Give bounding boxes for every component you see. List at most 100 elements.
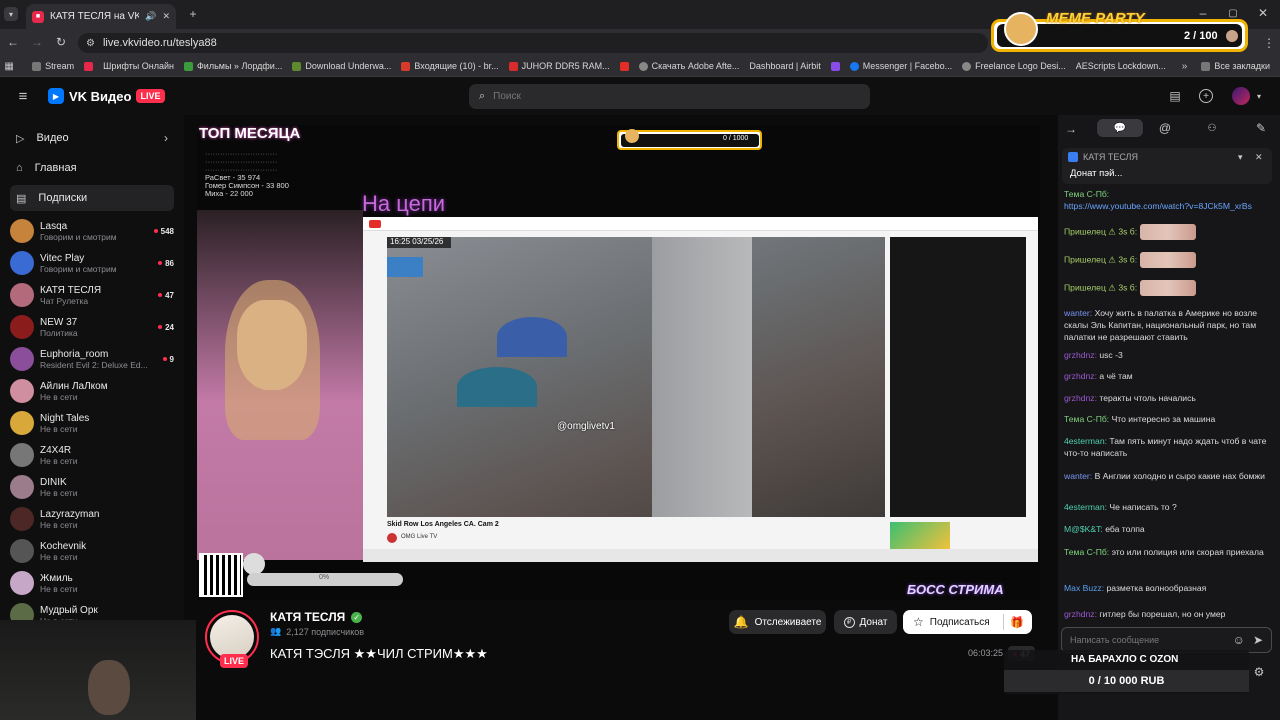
bookmark-item[interactable]: Dashboard | Airbit — [749, 61, 820, 71]
sidebar-channel[interactable]: Night Tales Не в сети — [10, 407, 174, 439]
bookmark-item[interactable] — [830, 61, 840, 71]
bookmark-item[interactable]: Stream — [32, 61, 74, 71]
chat-username[interactable]: Тема С-Пб: — [1064, 189, 1109, 199]
bookmark-item[interactable]: JUHOR DDR5 RAM... — [508, 61, 610, 71]
chat-username[interactable]: Тема С-Пб: — [1064, 547, 1109, 557]
sidebar-channel[interactable]: Z4X4R Не в сети — [10, 439, 174, 471]
viewer-count: 47 — [158, 291, 174, 300]
bookmark-item[interactable]: Фильмы » Лордфи... — [183, 61, 282, 71]
chat-username[interactable]: wanter: — [1064, 471, 1092, 481]
sidebar-channel[interactable]: Euphoria_room Resident Evil 2: Deluxe Ed.… — [10, 343, 174, 375]
chat-username[interactable]: Пришелец ⚠ 3s б: — [1064, 226, 1137, 236]
bookmark-item[interactable]: Шрифты Онлайн — [103, 61, 174, 71]
channel-status: Не в сети — [40, 551, 78, 562]
sidebar-channel[interactable]: Жмиль Не в сети — [10, 567, 174, 599]
sidebar-channel[interactable]: Lazyrazyman Не в сети — [10, 503, 174, 535]
site-logo[interactable]: ▶ VK Видео LIVE — [48, 88, 165, 104]
bookmark-item[interactable]: AEScripts Lockdown... — [1076, 61, 1166, 71]
follow-button[interactable]: 🔔 Отслеживаете — [729, 610, 826, 634]
search-input[interactable]: ⌕ Поиск — [469, 84, 870, 109]
browser-menu-icon[interactable]: ⋮ — [1262, 35, 1276, 51]
sidebar-channel[interactable]: Айлин ЛаЛком Не в сети — [10, 375, 174, 407]
bookmark-item[interactable]: Freelance Logo Desi... — [962, 61, 1066, 71]
subscriptions-icon[interactable]: ▤ — [1168, 89, 1182, 103]
nav-video[interactable]: ▷ Видео › — [10, 125, 174, 151]
browser-tab[interactable]: ■ КАТЯ ТЕСЛЯ на VK Видео 🔊 ✕ — [26, 4, 176, 29]
sidebar-channel[interactable]: NEW 37 Политика 24 — [10, 311, 174, 343]
chat-message: grzhdnz: теракты чтоль начались — [1064, 392, 1274, 404]
chat-text: В Англии холодно и сыро какие нах бомжи — [1094, 471, 1265, 481]
stream-meme-widget: 0 / 1000 — [617, 129, 762, 150]
chevron-down-icon[interactable]: ▾ — [1238, 152, 1243, 163]
chat-tab[interactable]: 💬 — [1097, 119, 1143, 137]
add-icon[interactable]: + — [1199, 89, 1213, 103]
more-bookmarks-icon[interactable]: » — [1182, 61, 1188, 72]
chat-text: это или полиция или скорая приехала — [1111, 547, 1264, 557]
all-bookmarks[interactable]: Все закладки — [1201, 61, 1270, 71]
channel-name[interactable]: КАТЯ ТЕСЛЯ — [270, 610, 345, 624]
viewer-count: 86 — [158, 259, 174, 268]
viewers-icon[interactable]: ⚇ — [1204, 121, 1220, 135]
channel-name-row: КАТЯ ТЕСЛЯ ✓ — [270, 610, 363, 624]
channel-status: Не в сети — [40, 519, 78, 530]
donate-button[interactable]: ₽ Донат — [834, 610, 897, 634]
user-avatar[interactable] — [1232, 87, 1250, 105]
sidebar-channel[interactable]: DINIK Не в сети — [10, 471, 174, 503]
tab-search-icon[interactable]: ▾ — [4, 7, 18, 21]
minimize-icon[interactable]: – — [1196, 6, 1210, 20]
address-bar[interactable]: ⚙ live.vkvideo.ru/teslya88 — [78, 33, 988, 53]
chat-username[interactable]: Max Buzz: — [1064, 583, 1104, 593]
chat-username[interactable]: grzhdnz: — [1064, 371, 1097, 381]
sidebar-channel[interactable]: Vitec Play Говорим и смотрим 86 — [10, 247, 174, 279]
pin-icon[interactable]: ✎ — [1254, 121, 1268, 135]
channel-avatar — [10, 347, 34, 371]
forward-icon[interactable]: → — [30, 35, 44, 49]
bookmark-item[interactable] — [84, 61, 94, 71]
video-player[interactable]: ТОП МЕСЯЦА ·····························… — [197, 125, 1040, 600]
street-sign — [387, 257, 423, 277]
pinned-message[interactable]: КАТЯ ТЕСЛЯ Донат пэй... ▾ ✕ — [1062, 148, 1272, 184]
bookmark-item[interactable]: Download Underwa... — [292, 61, 391, 71]
chat-username[interactable]: grzhdnz: — [1064, 393, 1097, 403]
sidebar-channel[interactable]: Lasqa Говорим и смотрим 548 — [10, 215, 174, 247]
chat-username[interactable]: grzhdnz: — [1064, 350, 1097, 360]
chat-username[interactable]: wanter: — [1064, 308, 1092, 318]
send-icon[interactable]: ➤ — [1253, 633, 1263, 647]
settings-gear-icon[interactable]: ⚙ — [1250, 665, 1268, 679]
chevron-down-icon[interactable]: ▾ — [1254, 90, 1264, 102]
mentions-icon[interactable]: @ — [1158, 121, 1172, 135]
reload-icon[interactable]: ↻ — [54, 35, 68, 49]
chat-text: теракты чтоль начались — [1099, 393, 1196, 403]
nav-subscriptions[interactable]: ▤ Подписки — [10, 185, 174, 211]
gift-icon[interactable]: 🎁 — [1010, 616, 1024, 629]
chat-username[interactable]: Пришелец ⚠ 3s б: — [1064, 282, 1137, 292]
speaker-icon[interactable]: 🔊 — [145, 11, 156, 22]
sidebar-channel[interactable]: КАТЯ ТЕСЛЯ Чат Рулетка 47 — [10, 279, 174, 311]
boss-label: БОСС СТРИМА — [907, 582, 1004, 597]
close-window-icon[interactable]: ✕ — [1256, 6, 1270, 20]
bookmark-item[interactable]: Messenger | Facebo... — [849, 61, 952, 71]
back-icon[interactable]: ← — [6, 35, 20, 49]
bookmark-item[interactable] — [619, 61, 629, 71]
chat-link[interactable]: https://www.youtube.com/watch?v=8JCk5M_x… — [1064, 200, 1274, 212]
chat-username[interactable]: 4esterman: — [1064, 436, 1107, 446]
chat-username[interactable]: M@$K&T: — [1064, 524, 1103, 534]
chat-username[interactable]: Тема С-Пб: — [1064, 414, 1109, 424]
bookmark-item[interactable]: Скачать Adobe Afte... — [638, 61, 739, 71]
chat-username[interactable]: Пришелец ⚠ 3s б: — [1064, 254, 1137, 264]
chat-username[interactable]: 4esterman: — [1064, 502, 1107, 512]
close-tab-icon[interactable]: ✕ — [162, 11, 170, 22]
site-info-icon[interactable]: ⚙ — [86, 38, 95, 49]
subscribe-button[interactable]: ☆ Подписаться 🎁 — [903, 610, 1032, 634]
hamburger-menu-icon[interactable]: ≡ — [14, 88, 32, 105]
close-icon[interactable]: ✕ — [1255, 152, 1263, 163]
new-tab-icon[interactable]: + — [186, 7, 200, 21]
sidebar-channel[interactable]: Kochevnik Не в сети — [10, 535, 174, 567]
emoji-icon[interactable]: ☺ — [1233, 633, 1245, 647]
chat-username[interactable]: grzhdnz: — [1064, 609, 1097, 619]
bookmark-item[interactable]: Входящие (10) - br... — [401, 61, 499, 71]
nav-home[interactable]: ⌂ Главная — [10, 155, 174, 181]
maximize-icon[interactable]: ▢ — [1226, 6, 1240, 20]
collapse-chat-icon[interactable]: → — [1064, 122, 1078, 136]
apps-grid-icon[interactable]: ▦ — [0, 61, 18, 72]
